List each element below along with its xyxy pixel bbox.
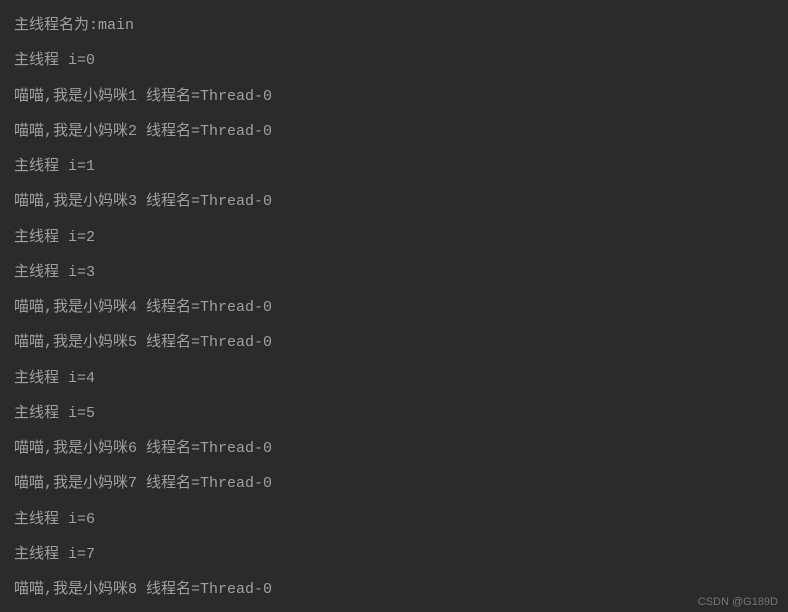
console-line: 主线程 i=5 xyxy=(14,396,774,431)
console-output: 主线程名为:main 主线程 i=0 喵喵,我是小妈咪1 线程名=Thread-… xyxy=(14,8,774,607)
watermark-text: CSDN @G189D xyxy=(698,597,778,608)
console-line: 喵喵,我是小妈咪8 线程名=Thread-0 xyxy=(14,572,774,607)
console-line: 主线程 i=0 xyxy=(14,43,774,78)
console-line: 喵喵,我是小妈咪3 线程名=Thread-0 xyxy=(14,184,774,219)
console-line: 主线程 i=6 xyxy=(14,502,774,537)
console-line: 喵喵,我是小妈咪1 线程名=Thread-0 xyxy=(14,79,774,114)
console-line: 主线程 i=7 xyxy=(14,537,774,572)
console-line: 主线程 i=4 xyxy=(14,361,774,396)
console-line: 喵喵,我是小妈咪5 线程名=Thread-0 xyxy=(14,325,774,360)
console-line: 主线程名为:main xyxy=(14,8,774,43)
console-line: 喵喵,我是小妈咪6 线程名=Thread-0 xyxy=(14,431,774,466)
console-line: 主线程 i=2 xyxy=(14,220,774,255)
console-line: 喵喵,我是小妈咪2 线程名=Thread-0 xyxy=(14,114,774,149)
console-line: 主线程 i=3 xyxy=(14,255,774,290)
console-line: 喵喵,我是小妈咪4 线程名=Thread-0 xyxy=(14,290,774,325)
console-line: 喵喵,我是小妈咪7 线程名=Thread-0 xyxy=(14,466,774,501)
console-line: 主线程 i=1 xyxy=(14,149,774,184)
